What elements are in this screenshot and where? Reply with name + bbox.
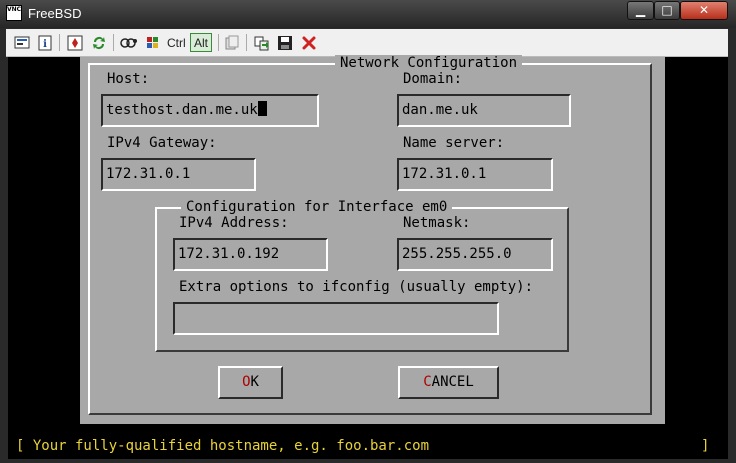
gateway-field[interactable]: 172.31.0.1 xyxy=(101,158,256,191)
alt-key-button[interactable]: Alt xyxy=(190,33,212,52)
host-value: testhost.dan.me.uk xyxy=(106,102,258,118)
ctrl-alt-del-icon[interactable] xyxy=(119,33,138,52)
host-label: Host: xyxy=(107,71,150,87)
ok-hotkey: O xyxy=(242,374,251,390)
toolbar-separator xyxy=(113,34,114,51)
netmask-label: Netmask: xyxy=(403,215,471,231)
cancel-button[interactable]: CANCEL xyxy=(398,366,499,399)
host-field[interactable]: testhost.dan.me.uk xyxy=(101,94,319,127)
gateway-label: IPv4 Gateway: xyxy=(107,135,217,151)
domain-field[interactable]: dan.me.uk xyxy=(397,94,571,127)
nameserver-label: Name server: xyxy=(403,135,505,151)
save-icon[interactable] xyxy=(275,33,294,52)
toolbar: i Ctrl Alt xyxy=(6,29,728,57)
ok-label-rest: K xyxy=(250,374,259,390)
refresh-icon[interactable] xyxy=(89,33,108,52)
address-field[interactable]: 172.31.0.192 xyxy=(173,238,328,271)
cancel-hotkey: C xyxy=(423,374,432,390)
extra-options-field[interactable] xyxy=(173,302,499,335)
cancel-label-rest: ANCEL xyxy=(431,374,474,390)
disconnect-icon[interactable] xyxy=(299,33,318,52)
ctrl-key-button[interactable]: Ctrl xyxy=(166,33,187,52)
status-close-bracket: ] xyxy=(701,438,710,454)
extra-options-label: Extra options to ifconfig (usually empty… xyxy=(179,279,534,295)
clipboard-icon[interactable] xyxy=(222,33,241,52)
minimize-button[interactable]: ▁ xyxy=(627,1,654,20)
address-label: IPv4 Address: xyxy=(179,215,289,231)
close-button[interactable]: ✕ xyxy=(680,1,728,20)
options-icon[interactable] xyxy=(12,33,31,52)
vnc-window: VNC FreeBSD ▁ □ ✕ i Ctrl Alt Network Con… xyxy=(0,0,736,463)
domain-label: Domain: xyxy=(403,71,463,87)
transfer-icon[interactable] xyxy=(252,33,271,52)
title-bar[interactable]: VNC FreeBSD ▁ □ ✕ xyxy=(0,0,736,28)
send-start-icon[interactable] xyxy=(143,33,162,52)
toolbar-separator xyxy=(59,34,60,51)
toolbar-separator xyxy=(218,34,219,51)
dialog-title: Network Configuration xyxy=(335,55,523,71)
netmask-field[interactable]: 255.255.255.0 xyxy=(397,238,553,271)
nameserver-field[interactable]: 172.31.0.1 xyxy=(397,158,553,191)
svg-text:i: i xyxy=(43,39,47,50)
vnc-app-icon: VNC xyxy=(6,5,22,21)
info-icon[interactable]: i xyxy=(35,33,54,52)
full-screen-icon[interactable] xyxy=(65,33,84,52)
text-cursor xyxy=(257,101,267,116)
maximize-button[interactable]: □ xyxy=(654,1,680,20)
status-hint: [ Your fully-qualified hostname, e.g. fo… xyxy=(16,438,430,454)
toolbar-separator xyxy=(246,34,247,51)
interface-frame-title: Configuration for Interface em0 xyxy=(181,199,453,215)
window-title: FreeBSD xyxy=(28,6,82,21)
ok-button[interactable]: OK xyxy=(218,366,283,399)
